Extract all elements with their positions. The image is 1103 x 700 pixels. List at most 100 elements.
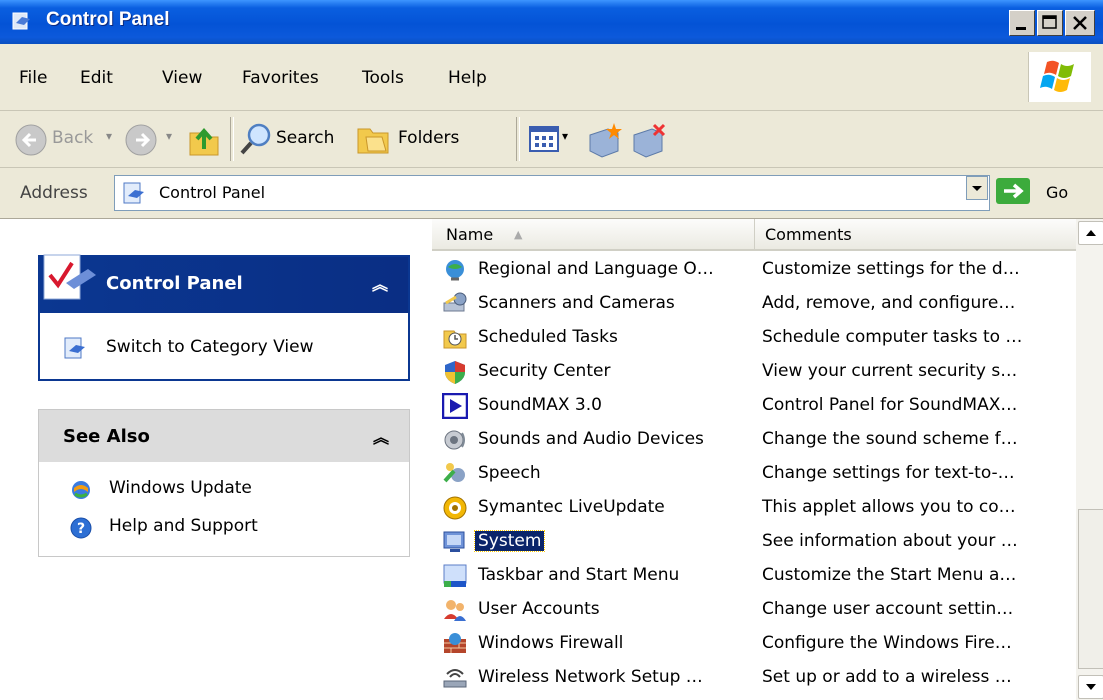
search-button-label[interactable]: Search bbox=[276, 128, 334, 148]
minimize-icon bbox=[1016, 27, 1026, 30]
back-button-label[interactable]: Back bbox=[52, 128, 93, 148]
scanner-icon bbox=[443, 292, 467, 312]
item-comment: View your current security s… bbox=[762, 361, 1018, 381]
list-item[interactable]: Symantec LiveUpdate This applet allows yo… bbox=[432, 491, 1072, 525]
scroll-thumb[interactable] bbox=[1078, 509, 1103, 669]
collapse-icon[interactable]: ︽ bbox=[372, 271, 388, 295]
collapse-icon[interactable]: ︽ bbox=[373, 424, 389, 448]
forward-arrow-icon[interactable] bbox=[124, 123, 158, 157]
control-panel-icon bbox=[12, 12, 30, 30]
panel-header[interactable]: See Also ︽ bbox=[39, 410, 409, 462]
title-bar[interactable]: Control Panel bbox=[0, 0, 1103, 44]
menu-help[interactable]: Help bbox=[448, 68, 487, 88]
windows-logo-icon bbox=[1028, 52, 1091, 102]
chevron-down-icon bbox=[1086, 684, 1096, 690]
forward-dropdown-icon[interactable]: ▾ bbox=[166, 129, 172, 143]
folders-button-label[interactable]: Folders bbox=[398, 128, 459, 148]
folder-clock-icon bbox=[443, 330, 467, 349]
new-item-icon[interactable] bbox=[584, 119, 624, 159]
maximize-icon bbox=[1042, 15, 1057, 29]
list-item[interactable]: SoundMAX 3.0 Control Panel for SoundMAX… bbox=[432, 389, 1072, 423]
list-item[interactable]: User Accounts Change user account settin… bbox=[432, 593, 1072, 627]
item-name: Speech bbox=[478, 463, 541, 483]
item-name: Security Center bbox=[478, 361, 611, 381]
views-dropdown-icon[interactable]: ▾ bbox=[562, 129, 568, 143]
views-icon[interactable] bbox=[528, 123, 562, 155]
column-header-name[interactable]: Name ▲ bbox=[432, 219, 754, 251]
items-list: Regional and Language O… Customize settin… bbox=[432, 253, 1072, 695]
list-item[interactable]: Scanners and Cameras Add, remove, and con… bbox=[432, 287, 1072, 321]
item-comment: Change user account settin… bbox=[762, 599, 1014, 619]
back-dropdown-icon[interactable]: ▾ bbox=[106, 129, 112, 143]
list-item[interactable]: Speech Change settings for text-to-… bbox=[432, 457, 1072, 491]
system-icon bbox=[443, 531, 465, 552]
item-name: System bbox=[473, 530, 546, 552]
scroll-up-button[interactable] bbox=[1078, 221, 1103, 245]
menu-file[interactable]: File bbox=[19, 68, 47, 88]
address-value[interactable]: Control Panel bbox=[159, 183, 265, 202]
liveupdate-icon bbox=[443, 496, 467, 520]
panel-header[interactable]: Control Panel ︽ bbox=[40, 254, 408, 313]
svg-text:?: ? bbox=[77, 521, 85, 537]
item-comment: Schedule computer tasks to … bbox=[762, 327, 1023, 347]
control-panel-window: Control Panel File Edit View Favorites T… bbox=[0, 0, 1103, 700]
item-name: Wireless Network Setup … bbox=[478, 667, 703, 687]
go-button[interactable] bbox=[996, 178, 1030, 204]
address-field[interactable]: Control Panel bbox=[114, 175, 990, 211]
chevron-down-icon bbox=[972, 186, 982, 191]
list-item[interactable]: Regional and Language O… Customize settin… bbox=[432, 253, 1072, 287]
folders-icon[interactable] bbox=[356, 121, 396, 157]
help-and-support-link[interactable]: Help and Support bbox=[109, 516, 258, 536]
column-comments-label: Comments bbox=[765, 225, 852, 244]
standard-toolbar: Back ▾ ▾ Search Folders ▾ bbox=[0, 111, 1103, 168]
go-arrow-icon bbox=[1004, 183, 1024, 199]
list-item[interactable]: Scheduled Tasks Schedule computer tasks t… bbox=[432, 321, 1072, 355]
item-name: Sounds and Audio Devices bbox=[478, 429, 704, 449]
windows-update-link[interactable]: Windows Update bbox=[109, 478, 252, 498]
item-name: Regional and Language O… bbox=[478, 259, 714, 279]
minimize-button[interactable] bbox=[1009, 10, 1035, 36]
close-button[interactable] bbox=[1065, 10, 1095, 36]
control-panel-icon bbox=[123, 182, 144, 204]
menu-edit[interactable]: Edit bbox=[80, 68, 113, 88]
up-folder-icon[interactable] bbox=[186, 119, 222, 159]
list-item[interactable]: Sounds and Audio Devices Change the sound… bbox=[432, 423, 1072, 457]
category-view-icon bbox=[64, 337, 85, 359]
close-icon bbox=[1073, 16, 1087, 30]
menu-favorites[interactable]: Favorites bbox=[242, 68, 319, 88]
items-list-view: Name ▲ Comments Regional and Language O…… bbox=[432, 219, 1103, 700]
vertical-scrollbar[interactable] bbox=[1076, 219, 1103, 700]
search-icon[interactable] bbox=[238, 121, 274, 157]
address-label: Address bbox=[20, 183, 88, 203]
menu-bar: File Edit View Favorites Tools Help bbox=[0, 44, 1103, 111]
go-label[interactable]: Go bbox=[1046, 183, 1068, 202]
maximize-button[interactable] bbox=[1037, 10, 1063, 36]
item-comment: Change the sound scheme f… bbox=[762, 429, 1018, 449]
control-panel-panel: Control Panel ︽ Switch to Category View bbox=[38, 254, 410, 381]
taskbar-icon bbox=[443, 564, 467, 587]
wireless-icon bbox=[443, 669, 467, 688]
delete-item-icon[interactable] bbox=[628, 119, 668, 159]
back-arrow-icon[interactable] bbox=[14, 123, 48, 157]
list-item[interactable]: Security Center View your current securit… bbox=[432, 355, 1072, 389]
address-dropdown-button[interactable] bbox=[966, 176, 988, 200]
users-icon bbox=[444, 600, 466, 621]
item-name: Taskbar and Start Menu bbox=[478, 565, 680, 585]
column-header-comments[interactable]: Comments bbox=[754, 219, 1076, 251]
switch-category-view-link[interactable]: Switch to Category View bbox=[106, 337, 313, 357]
shield-icon bbox=[445, 361, 465, 384]
list-item[interactable]: Windows Firewall Configure the Windows Fi… bbox=[432, 627, 1072, 661]
menu-view[interactable]: View bbox=[162, 68, 202, 88]
item-name: Scheduled Tasks bbox=[478, 327, 618, 347]
list-item[interactable]: Wireless Network Setup … Set up or add to… bbox=[432, 661, 1072, 695]
sort-ascending-icon: ▲ bbox=[514, 228, 523, 241]
play-icon bbox=[442, 393, 468, 419]
scroll-down-button[interactable] bbox=[1078, 675, 1103, 699]
toolbar-separator bbox=[516, 117, 520, 161]
menu-tools[interactable]: Tools bbox=[362, 68, 404, 88]
item-name: Symantec LiveUpdate bbox=[478, 497, 665, 517]
column-name-label: Name bbox=[446, 225, 494, 244]
list-item[interactable]: Taskbar and Start Menu Customize the Star… bbox=[432, 559, 1072, 593]
item-comment: See information about your … bbox=[762, 531, 1018, 551]
list-item[interactable]: System See information about your … bbox=[432, 525, 1072, 559]
